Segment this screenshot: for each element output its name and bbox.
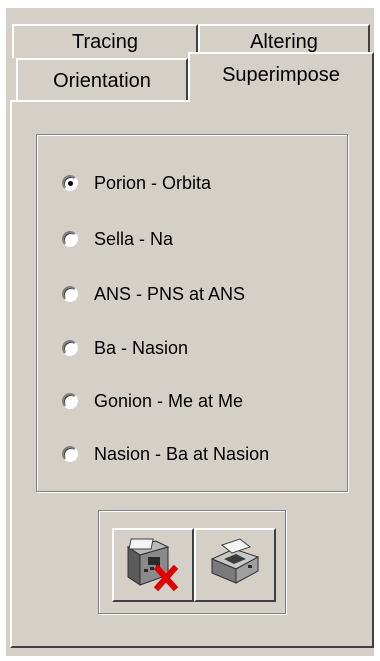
radio-ans-pns-at-ans[interactable]: ANS - PNS at ANS <box>62 279 245 309</box>
radio-button[interactable] <box>62 393 78 409</box>
radio-label: Porion - Orbita <box>94 172 212 193</box>
radio-button[interactable] <box>62 446 78 462</box>
tab-altering-label: Altering <box>250 30 318 53</box>
cancel-fax-button[interactable] <box>112 528 194 602</box>
radio-ba-nasion[interactable]: Ba - Nasion <box>62 333 188 363</box>
radio-porion-orbita[interactable]: Porion - Orbita <box>62 168 211 198</box>
tab-superimpose[interactable]: Superimpose <box>188 52 374 102</box>
radio-label: Nasion - Ba at Nasion <box>94 443 270 464</box>
tab-orientation[interactable]: Orientation <box>16 58 188 100</box>
tab-superimpose-label: Superimpose <box>222 64 340 86</box>
radio-label: Sella - Na <box>94 228 174 249</box>
radio-button[interactable] <box>62 286 78 302</box>
radio-button[interactable] <box>62 340 78 356</box>
radio-nasion-ba-at-nasion[interactable]: Nasion - Ba at Nasion <box>62 439 269 469</box>
radio-button[interactable] <box>62 231 78 247</box>
radio-label: Ba - Nasion <box>94 337 189 358</box>
printer-icon <box>204 535 266 596</box>
radio-gonion-me-at-me[interactable]: Gonion - Me at Me <box>62 386 243 416</box>
tab-tracing-label: Tracing <box>72 30 138 53</box>
radio-button-checked[interactable] <box>62 175 78 191</box>
tab-orientation-label: Orientation <box>53 70 151 92</box>
print-button[interactable] <box>194 528 276 602</box>
fax-machine-with-red-x-icon <box>122 535 184 596</box>
radio-label: Gonion - Me at Me <box>94 390 244 411</box>
radio-label: ANS - PNS at ANS <box>94 283 246 304</box>
radio-sella-na[interactable]: Sella - Na <box>62 224 173 254</box>
tab-tracing[interactable]: Tracing <box>12 24 198 58</box>
